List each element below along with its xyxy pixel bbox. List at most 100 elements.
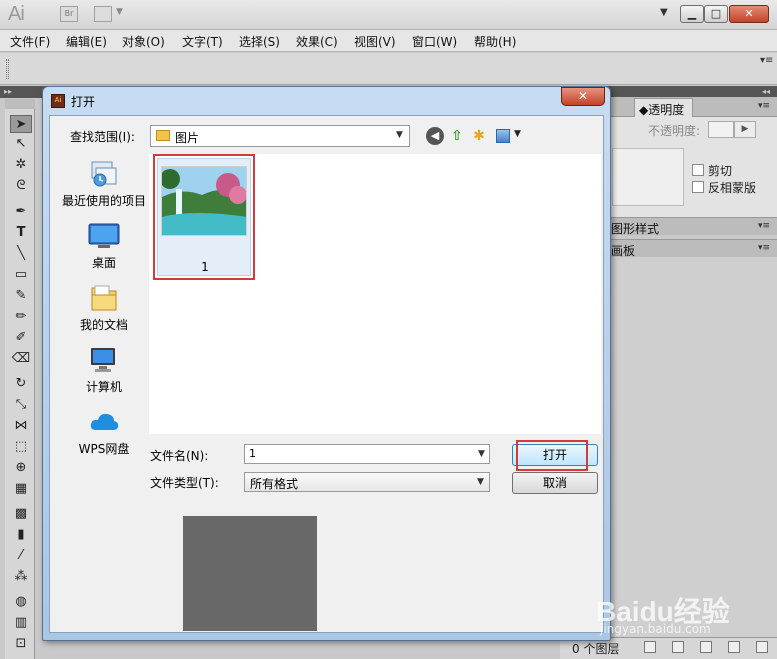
scale-tool-icon[interactable]: ⤡ xyxy=(10,396,32,414)
place-computer[interactable]: 计算机 xyxy=(56,346,152,395)
chevron-down-icon[interactable]: ▼ xyxy=(116,7,123,17)
filename-input[interactable]: 1 xyxy=(244,444,490,464)
close-dialog-button[interactable]: ✕ xyxy=(561,87,605,106)
panel-menu-icon[interactable]: ▾≡ xyxy=(758,243,770,253)
places-bar: 最近使用的项目 桌面 我的文档 计算机 WPS网盘 xyxy=(56,154,146,534)
menu-view[interactable]: 视图(V) xyxy=(354,33,396,50)
close-window-button[interactable]: ✕ xyxy=(729,5,769,23)
menu-file[interactable]: 文件(F) xyxy=(10,33,50,50)
direct-selection-tool-icon[interactable]: ↖ xyxy=(10,135,32,153)
place-desktop[interactable]: 桌面 xyxy=(56,222,152,271)
file-list[interactable]: 1 xyxy=(149,154,601,434)
folder-icon xyxy=(156,130,170,141)
minimize-button[interactable]: ▁ xyxy=(680,5,704,23)
watermark: Baidu经验 jingyan.baidu.com xyxy=(596,590,776,638)
preview-pane xyxy=(183,516,317,631)
eyedropper-tool-icon[interactable]: ⁄ xyxy=(10,547,32,565)
look-in-select[interactable]: 图片 ▼ xyxy=(150,125,410,147)
mesh-tool-icon[interactable]: ▩ xyxy=(10,505,32,523)
rectangle-tool-icon[interactable]: ▭ xyxy=(10,266,32,284)
illustrator-window: Ai Br ▼ ▼ ▁ □ ✕ 文件(F) 编辑(E) 对象(O) 文字(T) … xyxy=(0,0,777,659)
grip-handle[interactable] xyxy=(6,59,9,79)
new-layer-icon[interactable] xyxy=(728,641,740,653)
filetype-value: 所有格式 xyxy=(250,477,299,491)
place-wps-cloud-label: WPS网盘 xyxy=(78,442,130,456)
place-recent[interactable]: 最近使用的项目 xyxy=(56,160,152,209)
tab-graphic-styles[interactable]: 图形样式 xyxy=(611,220,659,237)
opacity-input[interactable] xyxy=(708,121,734,138)
menu-effect[interactable]: 效果(C) xyxy=(296,33,338,50)
panel-menu-icon[interactable]: ▾≡ xyxy=(760,55,773,66)
paintbrush-tool-icon[interactable]: ✎ xyxy=(10,287,32,305)
type-tool-icon[interactable]: T xyxy=(10,224,32,242)
file-item[interactable]: 1 xyxy=(153,154,255,280)
symbol-sprayer-tool-icon[interactable]: ◍ xyxy=(10,593,32,611)
dialog-title: 打开 xyxy=(71,95,96,109)
locate-object-icon[interactable] xyxy=(644,641,656,653)
pen-tool-icon[interactable]: ✒ xyxy=(10,203,32,221)
cancel-button[interactable]: 取消 xyxy=(512,472,598,494)
line-tool-icon[interactable]: ╲ xyxy=(10,245,32,263)
view-menu-icon[interactable] xyxy=(496,129,510,143)
blob-brush-tool-icon[interactable]: ✐ xyxy=(10,329,32,347)
width-tool-icon[interactable]: ⋈ xyxy=(10,417,32,435)
tools-panel-header[interactable] xyxy=(5,99,35,109)
tab-transparency-mark: ◆ xyxy=(639,103,649,117)
place-recent-label: 最近使用的项目 xyxy=(61,194,146,208)
bridge-icon[interactable]: Br xyxy=(60,6,78,22)
artboard-tool-icon[interactable]: ⊡ xyxy=(10,635,32,653)
recent-items-icon xyxy=(88,160,120,188)
column-graph-tool-icon[interactable]: ▥ xyxy=(10,614,32,632)
filename-label: 文件名(N): xyxy=(150,449,209,463)
selection-tool-icon[interactable]: ➤ xyxy=(10,115,32,133)
shape-builder-tool-icon[interactable]: ⊕ xyxy=(10,459,32,477)
new-folder-icon[interactable]: ✱ xyxy=(470,127,488,145)
clip-checkbox[interactable] xyxy=(692,164,704,176)
gradient-tool-icon[interactable]: ▮ xyxy=(10,526,32,544)
panel-menu-icon[interactable]: ▾≡ xyxy=(758,101,770,111)
chevron-down-icon[interactable]: ▼ xyxy=(514,129,521,139)
chevron-down-icon[interactable]: ▼ xyxy=(478,449,485,459)
open-file-dialog: Ai 打开 ✕ 查找范围(I): 图片 ▼ ◀ ⇧ ✱ ▼ 最近使用的项目 桌面… xyxy=(42,86,611,641)
up-folder-icon[interactable]: ⇧ xyxy=(448,127,466,145)
lasso-tool-icon[interactable]: ᘓ xyxy=(10,177,32,195)
app-icon: Ai xyxy=(51,94,65,108)
arrange-documents-icon[interactable] xyxy=(94,6,112,22)
make-clipping-mask-icon[interactable] xyxy=(672,641,684,653)
trash-icon[interactable] xyxy=(756,641,768,653)
artboard-panel-tab: 画板 ▾≡ xyxy=(607,239,777,258)
menu-edit[interactable]: 编辑(E) xyxy=(66,33,107,50)
chevron-down-icon[interactable]: ▼ xyxy=(396,130,403,140)
eraser-tool-icon[interactable]: ⌫ xyxy=(10,350,32,368)
graphic-styles-panel-tab: 图形样式 ▾≡ xyxy=(607,217,777,237)
chevron-down-icon[interactable]: ▼ xyxy=(477,477,484,487)
menu-window[interactable]: 窗口(W) xyxy=(412,33,457,50)
invert-mask-label: 反相蒙版 xyxy=(708,181,757,195)
new-sublayer-icon[interactable] xyxy=(700,641,712,653)
collapse-icon[interactable]: ▸▸ xyxy=(4,86,12,98)
menu-select[interactable]: 选择(S) xyxy=(239,33,280,50)
magic-wand-tool-icon[interactable]: ✲ xyxy=(10,156,32,174)
place-desktop-label: 桌面 xyxy=(91,256,116,270)
clip-label: 剪切 xyxy=(708,164,733,178)
filetype-select[interactable]: 所有格式 ▼ xyxy=(244,472,490,492)
perspective-grid-tool-icon[interactable]: ▦ xyxy=(10,480,32,498)
blend-tool-icon[interactable]: ⁂ xyxy=(10,568,32,586)
rotate-tool-icon[interactable]: ↻ xyxy=(10,375,32,393)
maximize-button[interactable]: □ xyxy=(704,5,728,23)
tab-transparency[interactable]: ◆透明度 xyxy=(634,98,694,117)
panel-menu-icon[interactable]: ▾≡ xyxy=(758,221,770,231)
opacity-stepper[interactable]: ▶ xyxy=(734,121,756,138)
invert-mask-checkbox[interactable] xyxy=(692,181,704,193)
place-documents[interactable]: 我的文档 xyxy=(56,284,152,333)
open-button-highlight xyxy=(516,440,588,471)
pencil-tool-icon[interactable]: ✏ xyxy=(10,308,32,326)
place-wps-cloud[interactable]: WPS网盘 xyxy=(56,408,152,457)
menu-object[interactable]: 对象(O) xyxy=(122,33,165,50)
menu-help[interactable]: 帮助(H) xyxy=(474,33,516,50)
back-icon[interactable]: ◀ xyxy=(426,127,444,145)
mask-thumbnail[interactable] xyxy=(612,148,684,206)
workspace-switcher-icon[interactable]: ▼ xyxy=(660,7,668,18)
free-transform-tool-icon[interactable]: ⬚ xyxy=(10,438,32,456)
menu-type[interactable]: 文字(T) xyxy=(182,33,223,50)
